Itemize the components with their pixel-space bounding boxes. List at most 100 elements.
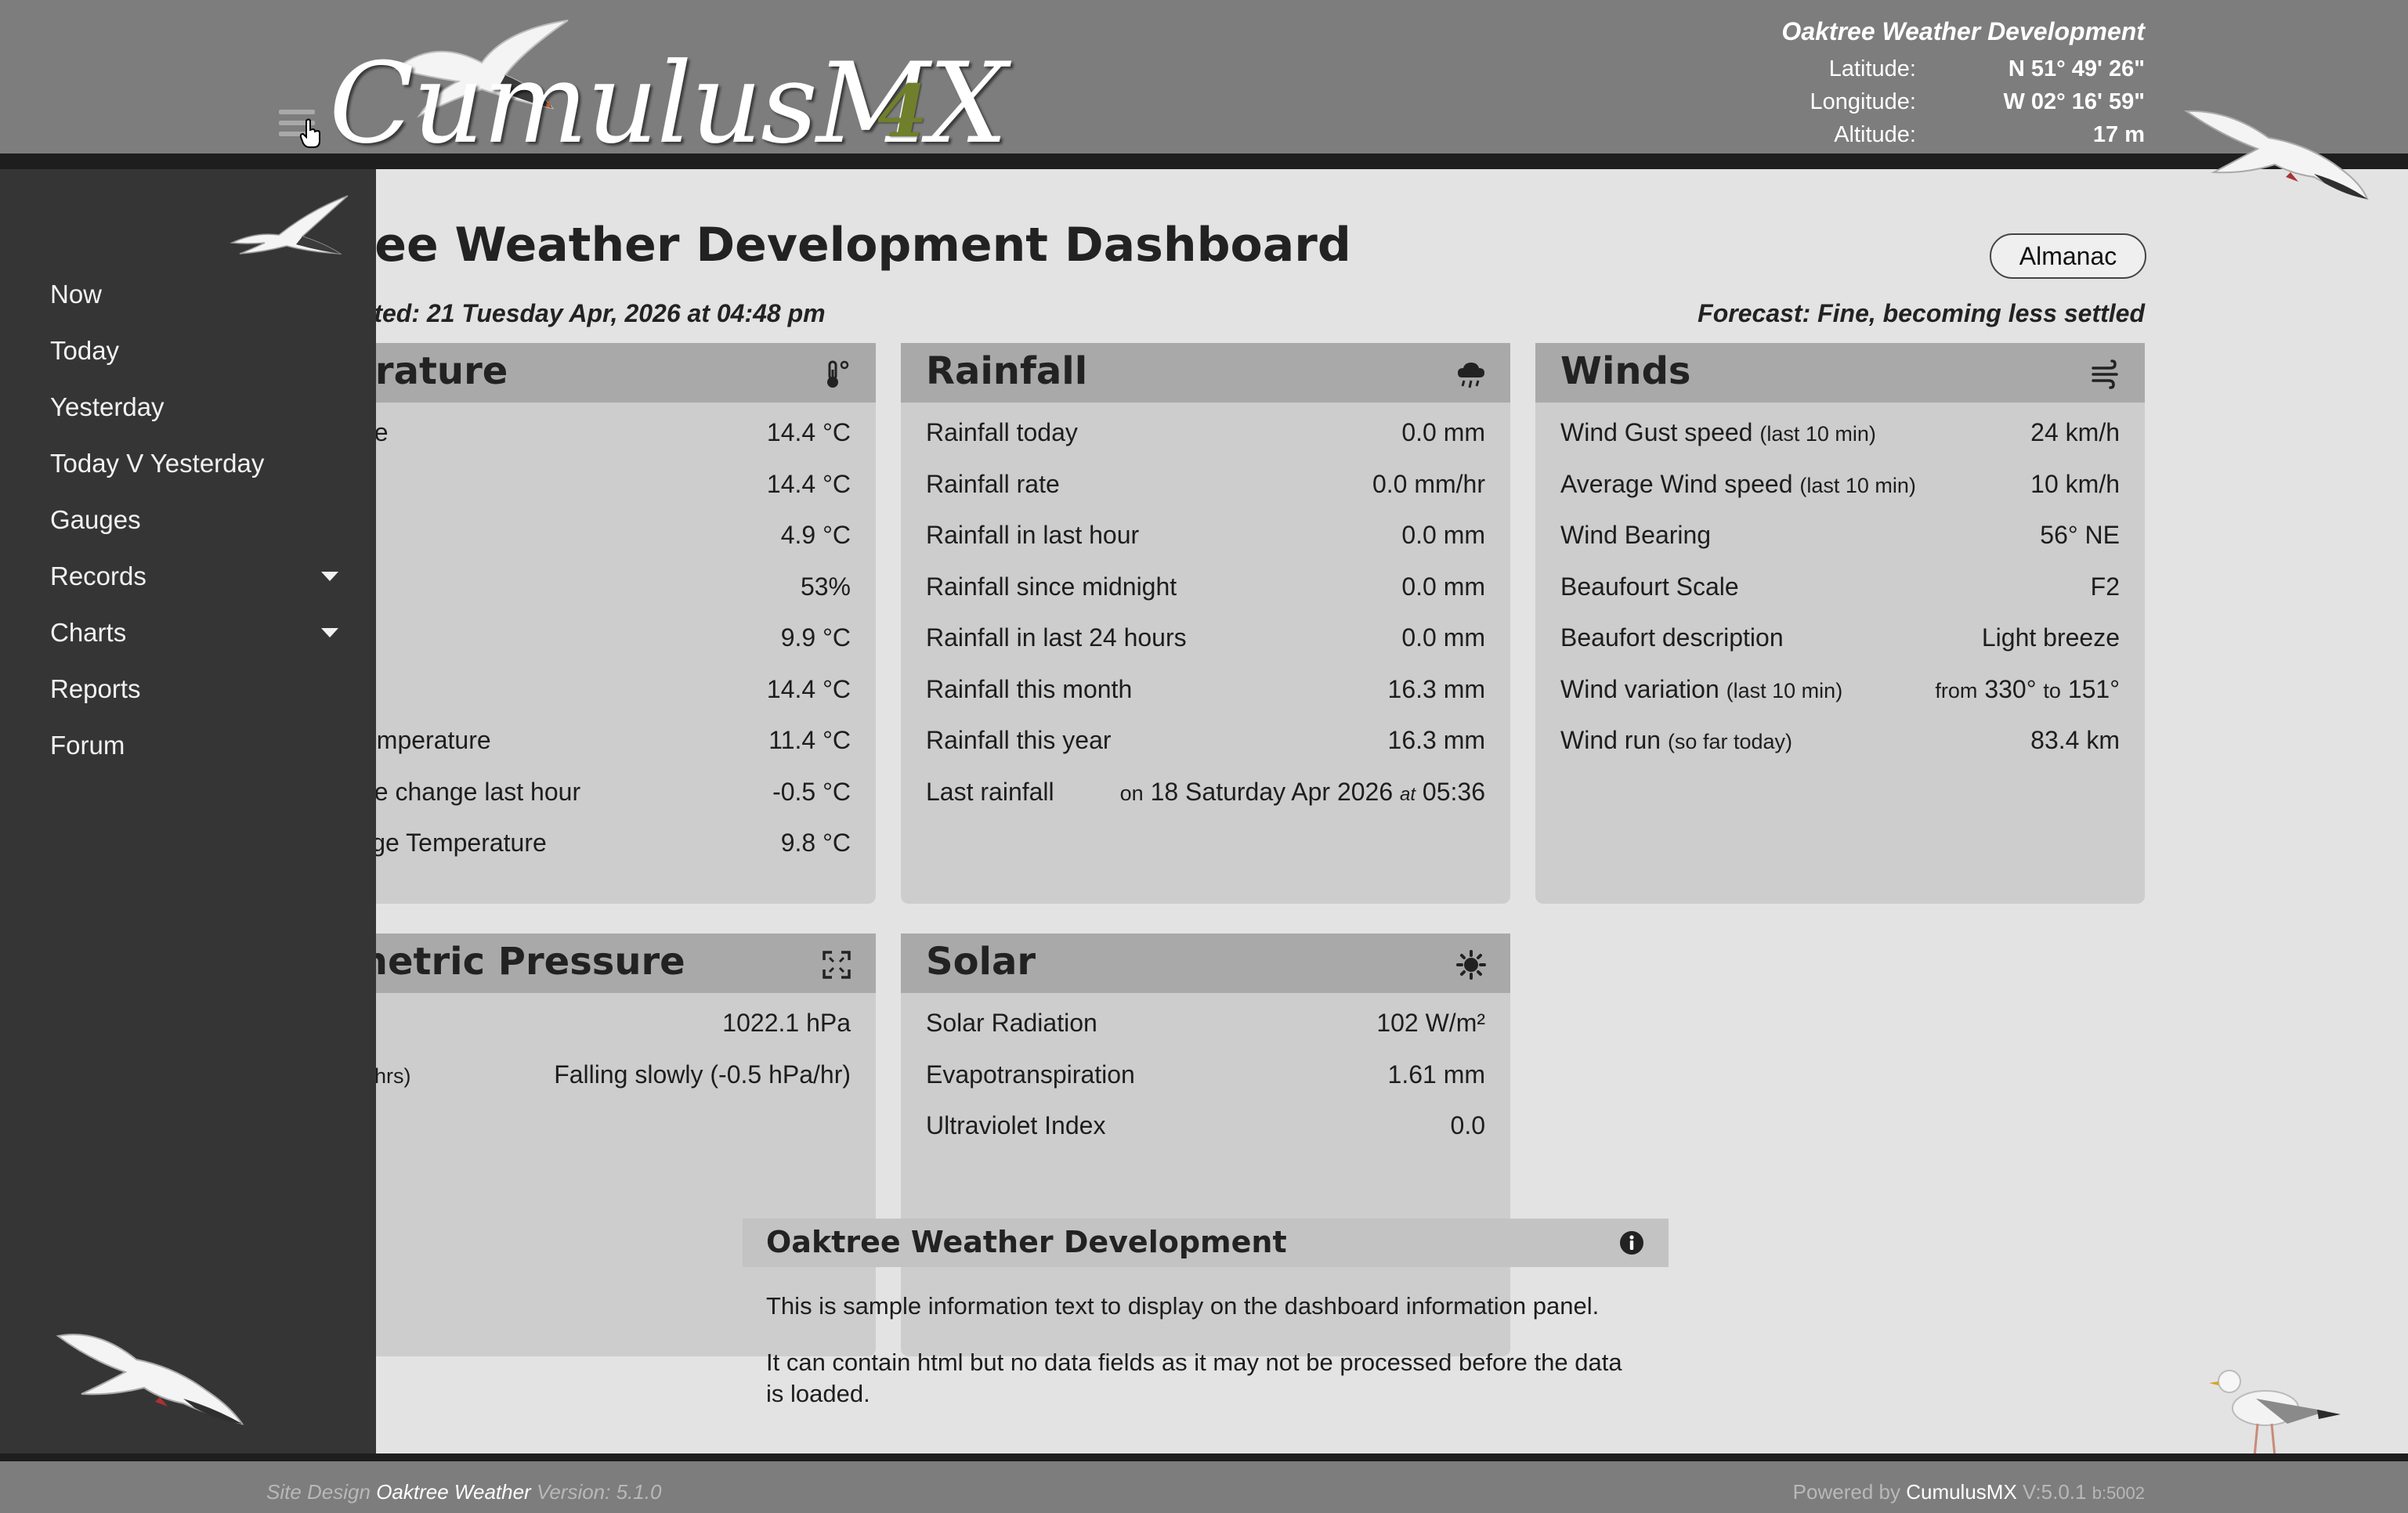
sidebar-item-label: Reports [50, 674, 141, 703]
sidebar-item-charts[interactable]: Charts [0, 605, 376, 661]
sidebar-item-gauges[interactable]: Gauges [0, 492, 376, 548]
thermometer-icon [821, 359, 852, 390]
altitude-label: Altitude: [1834, 122, 1916, 147]
panel-title: Rainfall [926, 349, 1088, 393]
row-value: 14.4 °C [766, 674, 851, 703]
rainfall-panel-header: Rainfall [901, 343, 1510, 403]
altitude-row: Altitude: 17 m [1737, 118, 2145, 151]
info-icon[interactable] [1618, 1230, 1645, 1256]
label-text: Wind run [1560, 726, 1661, 754]
row-label: Rainfall rate [926, 469, 1060, 498]
row-value: 9.9 °C [780, 623, 851, 652]
panel-title: Solar [926, 940, 1036, 984]
wind-row: Average Wind speed (last 10 min) 10 km/h [1560, 470, 2120, 522]
designer-link[interactable]: Oaktree Weather [376, 1480, 531, 1504]
sidebar-menu: Now Today Yesterday Today V Yesterday Ga… [0, 169, 376, 1453]
information-title: Oaktree Weather Development [766, 1225, 1287, 1259]
last-rainfall-row: Last rainfall on 18 Saturday Apr 2026 at… [926, 778, 1485, 829]
row-value: 53% [800, 572, 851, 601]
sidebar-item-today-v-yesterday[interactable]: Today V Yesterday [0, 435, 376, 492]
temperature-row: lb9.9 °C [323, 623, 851, 675]
version-label: Version: 5.1.0 [536, 1480, 662, 1504]
label-note: (last 10 min) [1726, 678, 1843, 702]
row-value: 14.4 °C [766, 469, 851, 498]
footer-site-design: Site Design Oaktree Weather Version: 5.1… [266, 1480, 661, 1504]
row-value: Light breeze [1981, 623, 2120, 652]
row-value: 4.9 °C [780, 521, 851, 549]
sidebar-item-label: Today V Yesterday [50, 449, 265, 478]
row-value: 0.0 mm [1401, 623, 1485, 652]
wind-row: Wind Gust speed (last 10 min) 24 km/h [1560, 418, 2120, 470]
rainfall-panel: Rainfall Rainfall today 0.0 mm Rainfall r… [901, 343, 1510, 904]
information-paragraph: It can contain html but no data fields a… [766, 1349, 1622, 1407]
rainfall-row: Rainfall this year 16.3 mm [926, 726, 1485, 778]
solar-panel-header: Solar [901, 933, 1510, 993]
on-word: on [1119, 781, 1144, 805]
information-paragraph: This is sample information text to displ… [766, 1292, 1600, 1320]
row-label: Rainfall this month [926, 674, 1133, 703]
sun-icon [1455, 949, 1487, 980]
rainfall-row: Rainfall this month 16.3 mm [926, 675, 1485, 727]
label-text: Wind variation [1560, 674, 1719, 703]
sidebar-item-label: Now [50, 280, 103, 309]
sidebar-item-forum[interactable]: Forum [0, 717, 376, 774]
temperature-row: ill14.4 °C [323, 470, 851, 522]
to-word: to [2043, 678, 2061, 702]
winds-panel: Winds Wind Gust speed (last 10 min) 24 km… [1535, 343, 2145, 904]
wind-row: Wind Bearing 56° NE [1560, 521, 2120, 572]
logo-version-mark: 4 [877, 69, 928, 153]
row-value: 16.3 mm [1387, 674, 1485, 703]
row-label: Wind run (so far today) [1560, 726, 1792, 755]
row-label: Wind Gust speed (last 10 min) [1560, 418, 1876, 447]
panel-title: Winds [1560, 349, 1691, 393]
temperature-panel-header: perature [298, 343, 876, 403]
at-word: at [1400, 783, 1416, 805]
header-divider [0, 153, 2408, 169]
row-value: 0.0 mm [1401, 572, 1485, 601]
site-design-label: Site Design [266, 1480, 371, 1504]
sidebar-item-yesterday[interactable]: Yesterday [0, 379, 376, 435]
sidebar-item-records[interactable]: Records [0, 548, 376, 605]
panel-title: ometric Pressure [323, 940, 685, 984]
hand-pointer-icon [299, 117, 323, 153]
solar-row: Solar Radiation 102 W/m² [926, 1009, 1485, 1060]
information-body: This is sample information text to displ… [743, 1267, 1669, 1410]
wind-row: Beaufort description Light breeze [1560, 623, 2120, 675]
solar-row: Evapotranspiration 1.61 mm [926, 1060, 1485, 1112]
row-label: Evapotranspiration [926, 1060, 1135, 1089]
sidebar-item-now[interactable]: Now [0, 266, 376, 323]
to-value: 151° [2067, 674, 2120, 703]
chevron-down-icon [321, 572, 338, 581]
altitude-value: 17 m [2092, 122, 2145, 147]
sidebar-item-today[interactable]: Today [0, 323, 376, 379]
label-note: (so far today) [1667, 730, 1792, 753]
row-value: 0.0 mm [1401, 418, 1485, 446]
row-value: 10 km/h [2030, 469, 2120, 498]
seagull-image [224, 186, 349, 261]
pressure-trend-row: ast 3 hrs)Falling slowly (-0.5 hPa/hr) [323, 1060, 851, 1112]
row-value: -0.5 °C [772, 777, 851, 806]
row-label: Ultraviolet Index [926, 1111, 1106, 1139]
row-value: 56° NE [2040, 521, 2120, 549]
row-label: Wind variation (last 10 min) [1560, 675, 1842, 704]
from-value: 330° [1984, 674, 2037, 703]
last-rainfall-time: 05:36 [1422, 777, 1485, 806]
rain-cloud-icon [1455, 359, 1487, 390]
row-label: Beaufort description [1560, 623, 1784, 652]
label-text: Wind Gust speed [1560, 418, 1753, 446]
rainfall-row: Rainfall in last 24 hours 0.0 mm [926, 623, 1485, 675]
row-value: 1022.1 hPa [722, 1009, 851, 1037]
longitude-label: Longitude: [1810, 89, 1916, 114]
row-value: on 18 Saturday Apr 2026 at 05:36 [1120, 778, 1485, 807]
seagull-image [2209, 1360, 2342, 1453]
product-build: b:5002 [2092, 1483, 2145, 1503]
cumulusmx-link[interactable]: CumulusMX [1906, 1480, 2017, 1504]
station-name: Oaktree Weather Development [1781, 17, 2145, 45]
page-title: tree Weather Development Dashboard [329, 218, 1351, 273]
almanac-button[interactable]: Almanac [1990, 233, 2146, 279]
row-value: 11.4 °C [768, 726, 851, 754]
temperature-row: int4.9 °C [323, 521, 851, 572]
information-panel: Oaktree Weather Development This is samp… [743, 1219, 1669, 1453]
sidebar-item-reports[interactable]: Reports [0, 661, 376, 717]
row-label: Rainfall in last hour [926, 521, 1140, 549]
